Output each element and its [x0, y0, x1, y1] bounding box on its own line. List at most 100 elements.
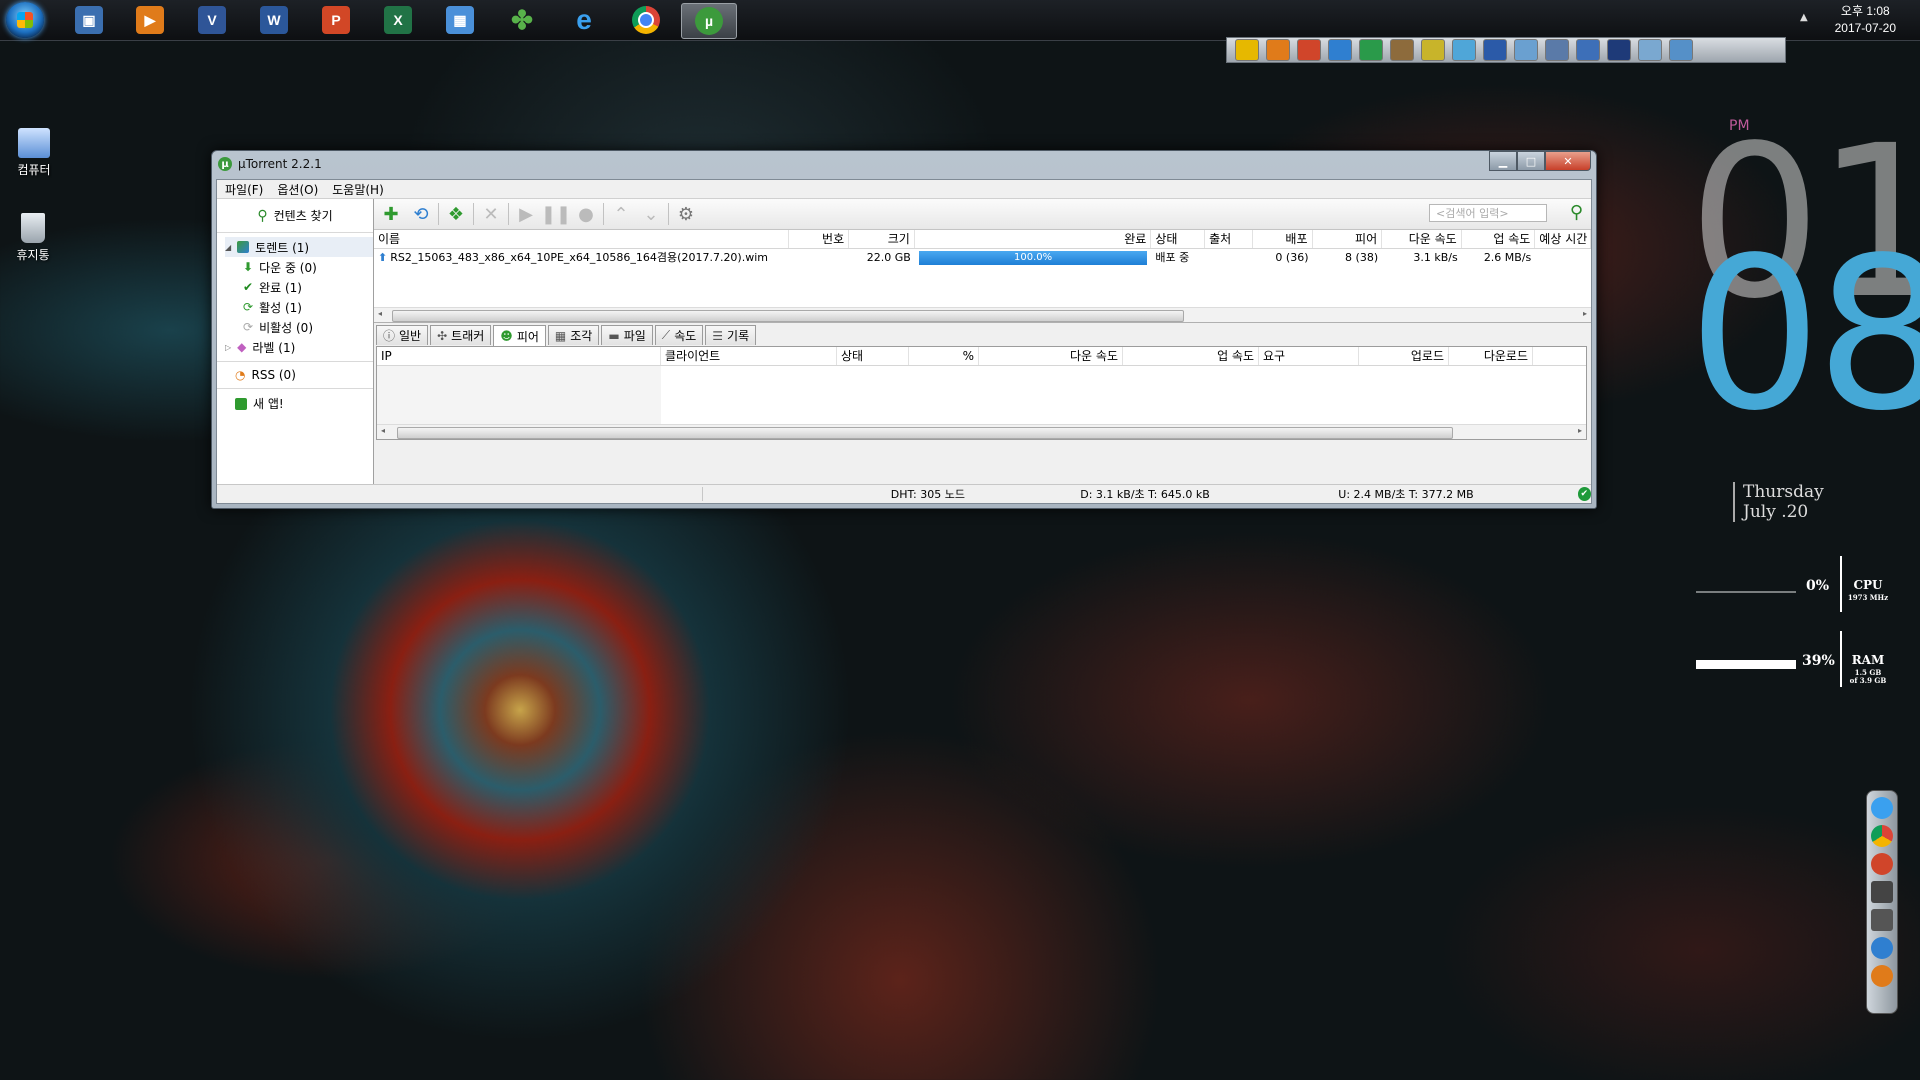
desktop-icon-recycle-bin[interactable]: 휴지통	[3, 213, 63, 263]
start-icon[interactable]: ▶	[513, 201, 539, 227]
tab-general[interactable]: ⓘ 일반	[376, 325, 429, 345]
tray-overflow-icon[interactable]: ▲	[1800, 12, 1808, 23]
tree-collapse-icon[interactable]: ◢	[225, 243, 231, 252]
column-header-requests[interactable]: 요구	[1259, 347, 1359, 365]
sidebar-item-new-app[interactable]: 새 앱!	[217, 389, 373, 418]
sidebar-item-downloading[interactable]: ⬇ 다운 중 (0)	[225, 257, 373, 277]
browser-dock-icon[interactable]	[1871, 937, 1893, 959]
column-header-number[interactable]: 번호	[789, 230, 850, 248]
add-torrent-icon[interactable]: ✚	[378, 201, 404, 227]
minimize-button[interactable]: ▁	[1489, 151, 1517, 171]
quick-launch-icon[interactable]	[1669, 39, 1693, 61]
column-header-source[interactable]: 출처	[1205, 230, 1253, 248]
column-header-peer-up[interactable]: 업 속도	[1123, 347, 1259, 365]
column-header-eta[interactable]: 예상 시간	[1535, 230, 1591, 248]
column-header-uploaded[interactable]: 업로드	[1359, 347, 1449, 365]
word-taskbar-icon[interactable]: W	[247, 3, 301, 37]
desktop-icon-computer[interactable]: 컴퓨터	[4, 128, 64, 178]
monitor-dock-icon[interactable]	[1871, 881, 1893, 903]
quick-launch-icon[interactable]	[1514, 39, 1538, 61]
tab-files[interactable]: ▬ 파일	[601, 325, 653, 345]
media-dock-icon[interactable]	[1871, 965, 1893, 987]
computer-taskbar-icon[interactable]: ▣	[62, 3, 116, 37]
menu-file[interactable]: 파일(F)	[225, 181, 263, 198]
menu-options[interactable]: 옵션(O)	[277, 181, 318, 198]
tool-dock-icon[interactable]	[1871, 909, 1893, 931]
stop-icon[interactable]: ●	[573, 201, 599, 227]
quick-launch-icon[interactable]	[1576, 39, 1600, 61]
torrent-row[interactable]: ⬆ RS2_15063_483_x86_x64_10PE_x64_10586_1…	[374, 249, 1591, 267]
remove-icon[interactable]: ✕	[478, 201, 504, 227]
find-content-item[interactable]: ⚲ 컨텐츠 찾기	[217, 199, 373, 233]
column-header-size[interactable]: 크기	[849, 230, 915, 248]
column-header-status[interactable]: 상태	[1151, 230, 1206, 248]
pause-icon[interactable]: ❚❚	[541, 201, 571, 227]
scroll-thumb[interactable]	[397, 427, 1453, 439]
powerpoint-taskbar-icon[interactable]: P	[309, 3, 363, 37]
media-player-taskbar-icon[interactable]: ▶	[123, 3, 177, 37]
tree-expand-icon[interactable]: ▷	[225, 343, 231, 352]
quick-launch-icon[interactable]	[1266, 39, 1290, 61]
ie-dock-icon[interactable]	[1871, 797, 1893, 819]
scroll-right-icon[interactable]: ▸	[1578, 426, 1582, 435]
quick-launch-icon[interactable]	[1545, 39, 1569, 61]
column-header-client[interactable]: 클라이언트	[661, 347, 837, 365]
system-clock[interactable]: 오후 1:08 2017-07-20	[1835, 3, 1896, 37]
chrome-taskbar-icon[interactable]	[619, 3, 673, 37]
quick-launch-icon[interactable]	[1390, 39, 1414, 61]
quick-launch-icon[interactable]	[1359, 39, 1383, 61]
queue-up-icon[interactable]: ⌃	[608, 201, 634, 227]
quick-launch-icon[interactable]	[1452, 39, 1476, 61]
quick-launch-icon[interactable]	[1607, 39, 1631, 61]
quick-launch-icon[interactable]	[1235, 39, 1259, 61]
quick-launch-icon[interactable]	[1297, 39, 1321, 61]
tab-speed[interactable]: ⟋ 속도	[654, 325, 704, 345]
queue-down-icon[interactable]: ⌄	[638, 201, 664, 227]
search-input[interactable]: <검색어 입력>	[1429, 204, 1547, 222]
column-header-ip[interactable]: IP	[377, 347, 661, 365]
torrent-list-scrollbar[interactable]: ◂ ▸	[374, 307, 1591, 322]
sidebar-item-active[interactable]: ⟳ 활성 (1)	[225, 297, 373, 317]
utorrent-taskbar-icon[interactable]: µ	[681, 3, 737, 39]
column-header-name[interactable]: 이름	[374, 230, 790, 248]
quick-launch-icon[interactable]	[1421, 39, 1445, 61]
network-ok-icon[interactable]: ✔	[1577, 487, 1591, 501]
column-header-peer-status[interactable]: 상태	[837, 347, 909, 365]
quick-launch-icon[interactable]	[1638, 39, 1662, 61]
sidebar-item-rss[interactable]: ◔ RSS (0)	[217, 362, 373, 389]
window-title-bar[interactable]: µ µTorrent 2.2.1	[218, 155, 322, 173]
tab-log[interactable]: ☰ 기록	[705, 325, 757, 345]
app-dock-icon[interactable]	[1871, 853, 1893, 875]
start-button[interactable]	[6, 2, 44, 38]
column-header-down-speed[interactable]: 다운 속도	[1382, 230, 1462, 248]
menu-help[interactable]: 도움말(H)	[332, 181, 384, 198]
sidebar-item-completed[interactable]: ✔ 완료 (1)	[225, 277, 373, 297]
visio-taskbar-icon[interactable]: V	[185, 3, 239, 37]
column-header-peers[interactable]: 피어	[1313, 230, 1383, 248]
scroll-thumb[interactable]	[392, 310, 1184, 322]
column-header-done[interactable]: 완료	[915, 230, 1152, 248]
close-button[interactable]: ✕	[1545, 151, 1591, 171]
sidebar-item-labels[interactable]: ▷ ◆ 라벨 (1)	[225, 337, 373, 357]
scroll-left-icon[interactable]: ◂	[381, 426, 385, 435]
chrome-dock-icon[interactable]	[1871, 825, 1893, 847]
notes-taskbar-icon[interactable]: ▦	[433, 3, 487, 37]
sidebar-item-torrents[interactable]: ◢ 토렌트 (1)	[225, 237, 373, 257]
tab-peers[interactable]: ☻ 피어	[493, 325, 546, 346]
search-icon[interactable]: ⚲	[1570, 202, 1583, 223]
column-header-peer-down[interactable]: 다운 속도	[979, 347, 1123, 365]
quick-launch-icon[interactable]	[1483, 39, 1507, 61]
tab-pieces[interactable]: ▦ 조각	[547, 325, 600, 345]
sidebar-item-inactive[interactable]: ⟳ 비활성 (0)	[225, 317, 373, 337]
column-header-seeds[interactable]: 배포	[1253, 230, 1313, 248]
internet-explorer-taskbar-icon[interactable]: e	[557, 3, 611, 37]
maximize-button[interactable]: □	[1517, 151, 1545, 171]
tab-trackers[interactable]: ✣ 트래커	[430, 325, 492, 345]
column-header-up-speed[interactable]: 업 속도	[1462, 230, 1536, 248]
quick-launch-icon[interactable]	[1328, 39, 1352, 61]
gear-icon[interactable]: ⚙	[673, 201, 699, 227]
scroll-left-icon[interactable]: ◂	[378, 309, 382, 318]
add-url-icon[interactable]: ⟲	[408, 201, 434, 227]
excel-taskbar-icon[interactable]: X	[371, 3, 425, 37]
column-header-percent[interactable]: %	[909, 347, 979, 365]
